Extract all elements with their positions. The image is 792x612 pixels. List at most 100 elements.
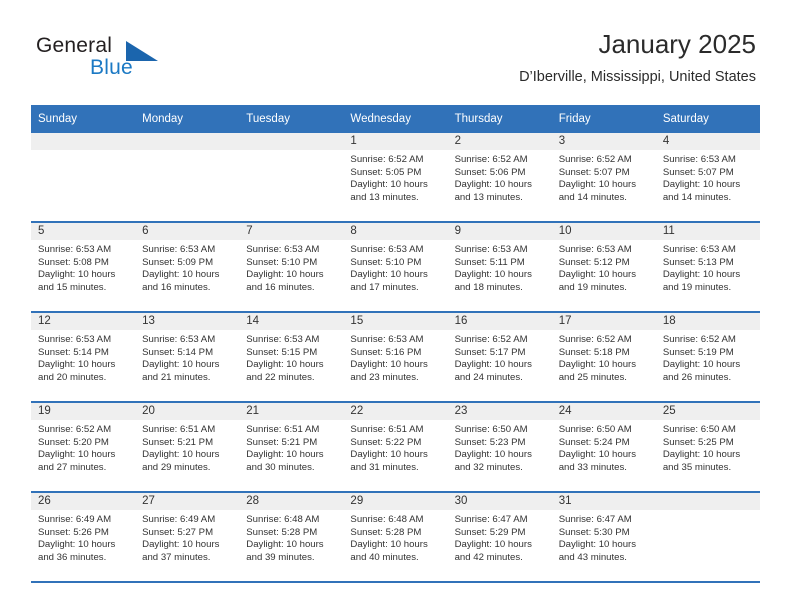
calendar-day-cell[interactable]: 26 Sunrise: 6:49 AM Sunset: 5:26 PM Dayligh…	[31, 492, 136, 583]
day-sun-info: Sunrise: 6:53 AM Sunset: 5:15 PM Daylight:…	[239, 330, 343, 384]
calendar-day-cell[interactable]: 21 Sunrise: 6:51 AM Sunset: 5:21 PM Dayligh…	[239, 402, 344, 493]
calendar-day-cell[interactable]: 3 Sunrise: 6:52 AM Sunset: 5:07 PM Daylight…	[551, 133, 656, 223]
calendar-day-cell[interactable]: 11 Sunrise: 6:53 AM Sunset: 5:13 PM Dayligh…	[655, 222, 760, 313]
calendar-day-cell-inner: 22 Sunrise: 6:51 AM Sunset: 5:22 PM Dayligh…	[343, 403, 448, 491]
calendar-day-cell-inner: 7 Sunrise: 6:53 AM Sunset: 5:10 PM Daylight…	[239, 223, 344, 311]
calendar-day-cell[interactable]: 18 Sunrise: 6:52 AM Sunset: 5:19 PM Dayligh…	[655, 312, 760, 403]
calendar-day-cell[interactable]: 12 Sunrise: 6:53 AM Sunset: 5:14 PM Dayligh…	[31, 312, 136, 403]
sunset-text: Sunset: 5:27 PM	[142, 526, 214, 538]
calendar-day-cell-inner: 3 Sunrise: 6:52 AM Sunset: 5:07 PM Daylight…	[551, 133, 656, 221]
calendar-body: 1 Sunrise: 6:52 AM Sunset: 5:05 PM Daylight…	[31, 133, 760, 583]
page-header: General Blue January 2025 D’Iberville, M…	[0, 0, 792, 100]
sunset-text: Sunset: 5:15 PM	[246, 346, 318, 358]
general-blue-logo: General Blue	[36, 34, 196, 88]
sunset-text: Sunset: 5:18 PM	[558, 346, 630, 358]
daylight-text: Daylight: 10 hours and 42 minutes.	[454, 539, 532, 563]
day-sun-info: Sunrise: 6:52 AM Sunset: 5:06 PM Daylight:…	[448, 150, 552, 204]
calendar-day-cell[interactable]: 8 Sunrise: 6:53 AM Sunset: 5:10 PM Daylight…	[343, 222, 448, 313]
calendar-day-cell[interactable]: 23 Sunrise: 6:50 AM Sunset: 5:23 PM Dayligh…	[447, 402, 552, 493]
daylight-text: Daylight: 10 hours and 18 minutes.	[454, 269, 532, 293]
daylight-text: Daylight: 10 hours and 16 minutes.	[142, 269, 220, 293]
day-sun-info: Sunrise: 6:52 AM Sunset: 5:07 PM Daylight:…	[552, 150, 656, 204]
calendar-day-cell[interactable]: 30 Sunrise: 6:47 AM Sunset: 5:29 PM Dayligh…	[447, 492, 552, 583]
sunrise-sunset-calendar: Sunday Monday Tuesday Wednesday Thursday…	[31, 105, 760, 583]
sunrise-text: Sunrise: 6:53 AM	[558, 244, 632, 255]
calendar-day-cell[interactable]: 29 Sunrise: 6:48 AM Sunset: 5:28 PM Dayligh…	[343, 492, 448, 583]
calendar-day-cell[interactable]: 4 Sunrise: 6:53 AM Sunset: 5:07 PM Daylight…	[655, 133, 760, 223]
calendar-day-cell[interactable]: 31 Sunrise: 6:47 AM Sunset: 5:30 PM Dayligh…	[551, 492, 656, 583]
calendar-day-cell[interactable]: 20 Sunrise: 6:51 AM Sunset: 5:21 PM Dayligh…	[135, 402, 240, 493]
sunset-text: Sunset: 5:22 PM	[350, 436, 422, 448]
calendar-day-cell[interactable]: 2 Sunrise: 6:52 AM Sunset: 5:06 PM Daylight…	[447, 133, 552, 223]
day-sun-info: Sunrise: 6:50 AM Sunset: 5:25 PM Daylight:…	[656, 420, 760, 474]
daylight-text: Daylight: 10 hours and 29 minutes.	[142, 449, 220, 473]
calendar-week-row: 1 Sunrise: 6:52 AM Sunset: 5:05 PM Daylight…	[31, 133, 760, 223]
sunrise-text: Sunrise: 6:53 AM	[350, 244, 424, 255]
calendar-day-cell-inner: 14 Sunrise: 6:53 AM Sunset: 5:15 PM Dayligh…	[239, 313, 344, 401]
day-number	[655, 493, 760, 510]
daylight-text: Daylight: 10 hours and 14 minutes.	[558, 179, 637, 203]
calendar-day-cell[interactable]: 17 Sunrise: 6:52 AM Sunset: 5:18 PM Dayligh…	[551, 312, 656, 403]
calendar-day-cell[interactable]: 6 Sunrise: 6:53 AM Sunset: 5:09 PM Daylight…	[135, 222, 240, 313]
sunset-text: Sunset: 5:25 PM	[662, 436, 734, 448]
calendar-day-cell-inner: 27 Sunrise: 6:49 AM Sunset: 5:27 PM Dayligh…	[135, 493, 240, 581]
day-number: 14	[239, 313, 344, 330]
sunrise-text: Sunrise: 6:49 AM	[142, 514, 216, 525]
sunset-text: Sunset: 5:29 PM	[454, 526, 526, 538]
sunrise-text: Sunrise: 6:53 AM	[662, 154, 736, 165]
sunrise-text: Sunrise: 6:53 AM	[662, 244, 736, 255]
calendar-day-cell-inner: 30 Sunrise: 6:47 AM Sunset: 5:29 PM Dayligh…	[447, 493, 552, 581]
day-number: 15	[343, 313, 448, 330]
calendar-day-cell[interactable]: 10 Sunrise: 6:53 AM Sunset: 5:12 PM Dayligh…	[551, 222, 656, 313]
calendar-day-cell[interactable]: 7 Sunrise: 6:53 AM Sunset: 5:10 PM Daylight…	[239, 222, 344, 313]
day-number: 8	[343, 223, 448, 240]
day-sun-info: Sunrise: 6:47 AM Sunset: 5:29 PM Daylight:…	[448, 510, 552, 564]
calendar-day-cell[interactable]: 28 Sunrise: 6:48 AM Sunset: 5:28 PM Dayligh…	[239, 492, 344, 583]
sunrise-text: Sunrise: 6:53 AM	[454, 244, 528, 255]
sunrise-text: Sunrise: 6:50 AM	[662, 424, 736, 435]
day-sun-info: Sunrise: 6:52 AM Sunset: 5:17 PM Daylight:…	[448, 330, 552, 384]
calendar-day-cell-inner	[655, 493, 760, 581]
sunrise-text: Sunrise: 6:51 AM	[142, 424, 216, 435]
calendar-day-cell[interactable]: 16 Sunrise: 6:52 AM Sunset: 5:17 PM Dayligh…	[447, 312, 552, 403]
calendar-day-cell[interactable]: 1 Sunrise: 6:52 AM Sunset: 5:05 PM Daylight…	[343, 133, 448, 223]
sunrise-text: Sunrise: 6:49 AM	[38, 514, 112, 525]
day-sun-info: Sunrise: 6:47 AM Sunset: 5:30 PM Daylight:…	[552, 510, 656, 564]
daylight-text: Daylight: 10 hours and 43 minutes.	[558, 539, 637, 563]
calendar-day-cell-inner: 23 Sunrise: 6:50 AM Sunset: 5:23 PM Dayligh…	[447, 403, 552, 491]
sunset-text: Sunset: 5:09 PM	[142, 256, 214, 268]
day-sun-info: Sunrise: 6:52 AM Sunset: 5:20 PM Daylight:…	[31, 420, 135, 474]
calendar-day-cell-inner: 2 Sunrise: 6:52 AM Sunset: 5:06 PM Daylight…	[447, 133, 552, 221]
calendar-day-cell[interactable]: 5 Sunrise: 6:53 AM Sunset: 5:08 PM Daylight…	[31, 222, 136, 313]
calendar-day-cell-inner: 19 Sunrise: 6:52 AM Sunset: 5:20 PM Dayligh…	[31, 403, 136, 491]
calendar-day-cell[interactable]: 25 Sunrise: 6:50 AM Sunset: 5:25 PM Dayligh…	[655, 402, 760, 493]
daylight-text: Daylight: 10 hours and 19 minutes.	[662, 269, 741, 293]
day-number: 6	[135, 223, 240, 240]
calendar-day-cell[interactable]: 19 Sunrise: 6:52 AM Sunset: 5:20 PM Dayligh…	[31, 402, 136, 493]
sunrise-text: Sunrise: 6:52 AM	[38, 424, 112, 435]
calendar-day-cell-inner: 4 Sunrise: 6:53 AM Sunset: 5:07 PM Daylight…	[655, 133, 760, 221]
daylight-text: Daylight: 10 hours and 30 minutes.	[246, 449, 324, 473]
daylight-text: Daylight: 10 hours and 16 minutes.	[246, 269, 324, 293]
day-number: 16	[447, 313, 552, 330]
daylight-text: Daylight: 10 hours and 33 minutes.	[558, 449, 637, 473]
calendar-day-cell-inner: 16 Sunrise: 6:52 AM Sunset: 5:17 PM Dayligh…	[447, 313, 552, 401]
sunrise-text: Sunrise: 6:52 AM	[454, 154, 528, 165]
day-number: 31	[551, 493, 656, 510]
calendar-day-cell-inner	[31, 133, 136, 221]
calendar-day-cell[interactable]: 9 Sunrise: 6:53 AM Sunset: 5:11 PM Daylight…	[447, 222, 552, 313]
sunrise-text: Sunrise: 6:52 AM	[558, 154, 632, 165]
calendar-day-cell[interactable]: 15 Sunrise: 6:53 AM Sunset: 5:16 PM Dayligh…	[343, 312, 448, 403]
day-sun-info: Sunrise: 6:53 AM Sunset: 5:11 PM Daylight:…	[448, 240, 552, 294]
calendar-day-cell[interactable]: 22 Sunrise: 6:51 AM Sunset: 5:22 PM Dayligh…	[343, 402, 448, 493]
calendar-day-cell-inner: 8 Sunrise: 6:53 AM Sunset: 5:10 PM Daylight…	[343, 223, 448, 311]
calendar-day-cell-inner: 25 Sunrise: 6:50 AM Sunset: 5:25 PM Dayligh…	[655, 403, 760, 491]
sunset-text: Sunset: 5:23 PM	[454, 436, 526, 448]
day-sun-info: Sunrise: 6:51 AM Sunset: 5:21 PM Daylight:…	[239, 420, 343, 474]
calendar-day-cell[interactable]: 27 Sunrise: 6:49 AM Sunset: 5:27 PM Dayligh…	[135, 492, 240, 583]
calendar-day-cell[interactable]: 24 Sunrise: 6:50 AM Sunset: 5:24 PM Dayligh…	[551, 402, 656, 493]
calendar-day-cell[interactable]: 13 Sunrise: 6:53 AM Sunset: 5:14 PM Dayligh…	[135, 312, 240, 403]
calendar-day-cell[interactable]: 14 Sunrise: 6:53 AM Sunset: 5:15 PM Dayligh…	[239, 312, 344, 403]
calendar-day-cell-inner	[239, 133, 344, 221]
daylight-text: Daylight: 10 hours and 40 minutes.	[350, 539, 428, 563]
